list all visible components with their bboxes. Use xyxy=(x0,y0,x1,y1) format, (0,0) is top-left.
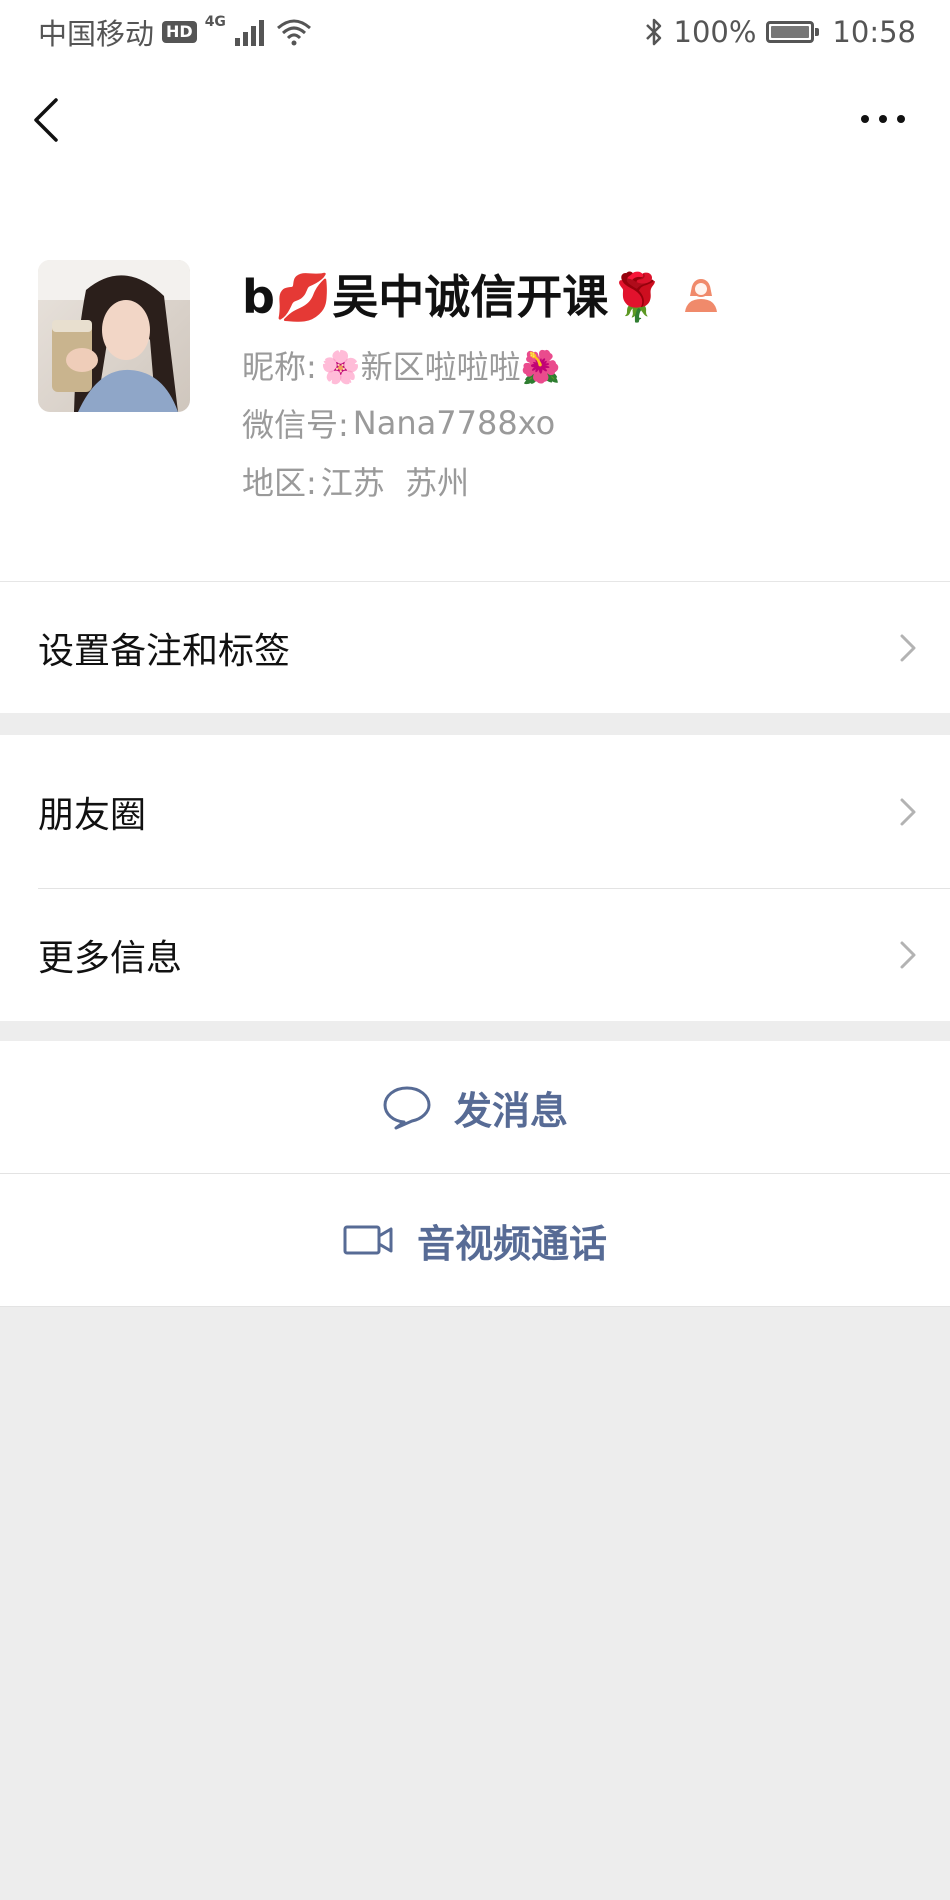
status-right: 100% 10:58 xyxy=(644,12,916,52)
profile-header: b💋吴中诚信开课🌹 昵称: 🌸新区啦啦啦🌺 微信号: Nana7788xo 地区… xyxy=(0,174,950,581)
chevron-left-icon xyxy=(34,98,58,142)
nickname-value: 🌸新区啦啦啦🌺 xyxy=(320,348,561,386)
top-nav xyxy=(0,64,950,174)
battery-icon xyxy=(766,21,820,43)
hd-badge: HD xyxy=(162,21,197,43)
chat-bubble-icon xyxy=(383,1086,431,1130)
avatar[interactable] xyxy=(38,260,190,412)
remarks-tags-cell[interactable]: 设置备注和标签 xyxy=(0,582,950,713)
status-bar: 中国移动 HD 4G 100% 10:58 xyxy=(0,0,950,64)
region-row: 地区: 江苏 苏州 xyxy=(242,458,469,504)
female-user-icon xyxy=(685,279,718,312)
send-message-label: 发消息 xyxy=(453,1088,568,1133)
send-message-button[interactable]: 发消息 xyxy=(0,1041,950,1173)
region-label: 地区: xyxy=(242,464,317,502)
av-call-label: 音视频通话 xyxy=(416,1221,607,1266)
av-call-button[interactable]: 音视频通话 xyxy=(0,1174,950,1306)
carrier-name: 中国移动 xyxy=(38,17,155,51)
more-button[interactable] xyxy=(858,104,908,134)
action-bottom-divider xyxy=(0,1306,950,1307)
wechat-id-row: 微信号: Nana7788xo xyxy=(242,400,555,446)
more-info-label: 更多信息 xyxy=(38,938,183,979)
status-left: 中国移动 HD 4G xyxy=(38,12,312,52)
chevron-right-icon xyxy=(900,634,916,661)
chevron-right-icon xyxy=(900,941,916,969)
back-button[interactable] xyxy=(28,92,68,148)
nickname-label: 昵称: xyxy=(242,348,317,386)
battery-fill xyxy=(771,26,810,38)
display-name-row: b💋吴中诚信开课🌹 xyxy=(242,262,721,326)
clock: 10:58 xyxy=(832,15,916,49)
moments-group: 朋友圈 更多信息 xyxy=(0,735,950,1021)
video-camera-icon xyxy=(343,1225,393,1255)
remarks-group: 设置备注和标签 xyxy=(0,582,950,713)
avatar-photo xyxy=(38,260,190,412)
remarks-tags-label: 设置备注和标签 xyxy=(38,630,291,672)
display-name: b💋吴中诚信开课🌹 xyxy=(242,270,666,324)
signal-icon xyxy=(234,20,264,46)
wechat-id-label: 微信号: xyxy=(242,406,349,444)
network-type: 4G xyxy=(204,14,226,30)
wechat-id-value: Nana7788xo xyxy=(352,404,556,442)
battery-percent: 100% xyxy=(673,15,757,49)
moments-label: 朋友圈 xyxy=(38,794,147,836)
region-value: 江苏 苏州 xyxy=(320,464,470,502)
bluetooth-icon xyxy=(645,18,661,46)
chevron-right-icon xyxy=(900,798,916,825)
moments-cell[interactable]: 朋友圈 xyxy=(0,735,950,888)
more-dots-icon xyxy=(861,115,905,123)
more-info-cell[interactable]: 更多信息 xyxy=(0,889,950,1021)
nickname-row: 昵称: 🌸新区啦啦啦🌺 xyxy=(242,342,561,388)
wifi-icon xyxy=(276,19,311,46)
